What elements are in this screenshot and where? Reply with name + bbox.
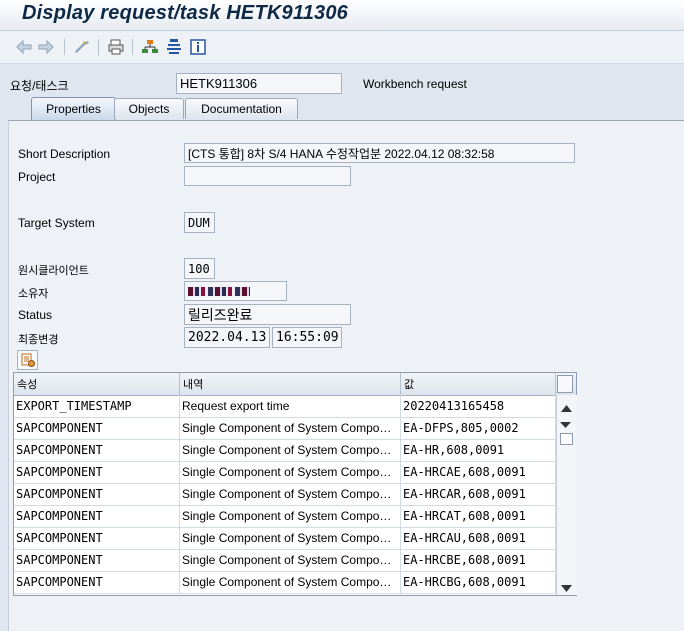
cell-attribute: SAPCOMPONENT: [14, 549, 180, 571]
org-chart-icon[interactable]: [166, 39, 182, 55]
cell-value: EA-HRCBE,608,0091: [401, 549, 556, 571]
table-row[interactable]: SAPCOMPONENT Single Component of System …: [14, 571, 556, 594]
column-header-attribute[interactable]: 속성: [14, 373, 180, 395]
scroll-thumb[interactable]: [560, 433, 573, 445]
scroll-down-icon[interactable]: [561, 581, 572, 595]
table-row[interactable]: SAPCOMPONENT Single Component of System …: [14, 527, 556, 550]
cell-value: EA-HRCBG,608,0091: [401, 571, 556, 593]
column-header-value[interactable]: 값: [401, 373, 556, 395]
source-client-field[interactable]: 100: [184, 258, 215, 279]
hierarchy-icon[interactable]: [142, 39, 158, 55]
table-row[interactable]: SAPCOMPONENT Single Component of System …: [14, 439, 556, 462]
info-icon[interactable]: [190, 39, 206, 55]
status-field[interactable]: 릴리즈완료: [184, 304, 351, 325]
table-row[interactable]: EXPORT_TIMESTAMP Request export time 202…: [14, 395, 556, 418]
cell-description: Request export time: [180, 395, 401, 417]
cell-attribute: SAPCOMPONENT: [14, 483, 180, 505]
table-settings-icon: [21, 353, 35, 367]
back-arrow-icon[interactable]: [16, 39, 32, 55]
cell-value: 20220413165458: [401, 395, 556, 417]
source-client-label: 원시클라이언트: [18, 265, 89, 277]
print-icon[interactable]: [108, 39, 124, 55]
project-field[interactable]: [184, 166, 351, 186]
owner-label: 소유자: [18, 288, 49, 300]
display-change-icon[interactable]: [74, 39, 90, 55]
toolbar-separator: [132, 39, 133, 55]
cell-value: EA-DFPS,805,0002: [401, 417, 556, 439]
cell-value: EA-HR,608,0091: [401, 439, 556, 461]
tab-documentation[interactable]: Documentation: [185, 98, 298, 119]
cell-value: EA-HRCAR,608,0091: [401, 483, 556, 505]
cell-description: Single Component of System Compo…: [180, 417, 401, 439]
toolbar-separator: [98, 39, 99, 55]
window-title: Display request/task HETK911306: [22, 2, 348, 24]
forward-arrow-icon[interactable]: [38, 39, 54, 55]
scroll-up-icon[interactable]: [561, 401, 572, 415]
cell-attribute: SAPCOMPONENT: [14, 417, 180, 439]
target-system-field[interactable]: DUM: [184, 212, 215, 233]
owner-field[interactable]: [184, 281, 287, 301]
request-type-text: Workbench request: [363, 77, 467, 91]
attributes-grid: 속성 내역 값 EXPORT_TIMESTAMP Request export …: [13, 372, 577, 596]
cell-description: Single Component of System Compo…: [180, 461, 401, 483]
cell-description: Single Component of System Compo…: [180, 527, 401, 549]
tab-objects[interactable]: Objects: [114, 98, 184, 119]
request-number-field[interactable]: HETK911306: [176, 73, 342, 94]
cell-attribute: SAPCOMPONENT: [14, 461, 180, 483]
last-changed-label: 최종변경: [18, 334, 59, 346]
grid-header: 속성 내역 값: [14, 373, 576, 396]
status-label: Status: [18, 308, 53, 322]
project-label: Project: [18, 170, 56, 184]
table-row[interactable]: SAPCOMPONENT Single Component of System …: [14, 483, 556, 506]
target-system-label: Target System: [18, 216, 95, 230]
cell-value: EA-HRCAE,608,0091: [401, 461, 556, 483]
cell-value: EA-HRCAT,608,0091: [401, 505, 556, 527]
cell-description: Single Component of System Compo…: [180, 549, 401, 571]
cell-attribute: SAPCOMPONENT: [14, 527, 180, 549]
request-label: 요청/태스크: [10, 79, 69, 93]
toolbar-separator: [64, 39, 65, 55]
application-toolbar: [0, 31, 684, 64]
short-description-label: Short Description: [18, 147, 111, 161]
cell-attribute: SAPCOMPONENT: [14, 571, 180, 593]
table-row[interactable]: SAPCOMPONENT Single Component of System …: [14, 549, 556, 572]
redacted-owner-name: [188, 287, 250, 296]
table-row[interactable]: SAPCOMPONENT Single Component of System …: [14, 505, 556, 528]
table-row[interactable]: SAPCOMPONENT Single Component of System …: [14, 461, 556, 484]
cell-description: Single Component of System Compo…: [180, 571, 401, 593]
cell-attribute: EXPORT_TIMESTAMP: [14, 395, 180, 417]
last-changed-time-field[interactable]: 16:55:09: [272, 327, 342, 348]
column-chooser-button[interactable]: [557, 375, 573, 393]
cell-attribute: SAPCOMPONENT: [14, 505, 180, 527]
cell-description: Single Component of System Compo…: [180, 483, 401, 505]
last-changed-date-field[interactable]: 2022.04.13: [184, 327, 270, 348]
scroll-down-small-icon[interactable]: [560, 417, 571, 431]
title-bar: Display request/task HETK911306: [0, 0, 684, 31]
cell-value: EA-HRCAU,608,0091: [401, 527, 556, 549]
cell-description: Single Component of System Compo…: [180, 505, 401, 527]
grid-settings-button[interactable]: [17, 350, 38, 370]
tab-properties[interactable]: Properties: [31, 97, 116, 120]
cell-description: Single Component of System Compo…: [180, 439, 401, 461]
short-description-field[interactable]: [CTS 통합] 8차 S/4 HANA 수정작업분 2022.04.12 08…: [184, 143, 575, 163]
column-header-description[interactable]: 내역: [180, 373, 401, 395]
cell-attribute: SAPCOMPONENT: [14, 439, 180, 461]
table-row[interactable]: SAPCOMPONENT Single Component of System …: [14, 417, 556, 440]
